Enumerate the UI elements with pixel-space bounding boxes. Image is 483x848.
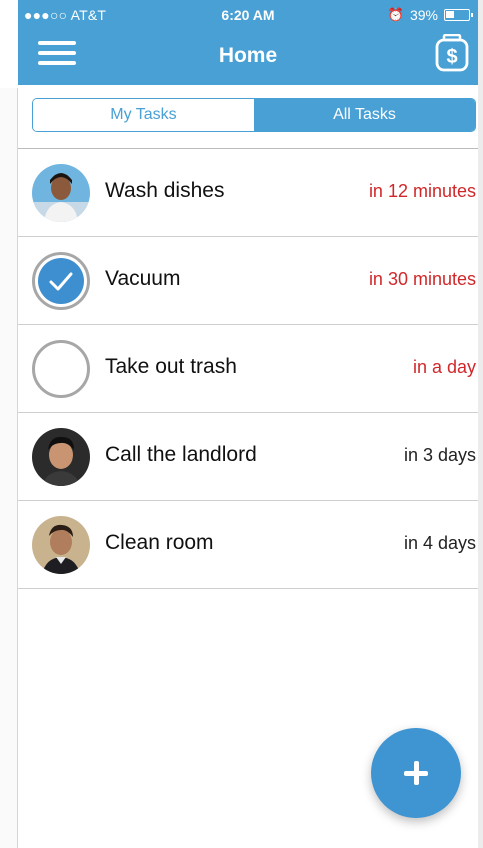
battery-icon bbox=[444, 9, 473, 21]
tab-my-tasks[interactable]: My Tasks bbox=[33, 99, 254, 131]
alarm-icon: ⏰ bbox=[387, 7, 404, 22]
right-edge bbox=[478, 0, 483, 848]
task-filter-segmented-control: My Tasks All Tasks bbox=[32, 98, 476, 132]
battery-percent: 39% bbox=[409, 7, 438, 23]
page-title: Home bbox=[218, 44, 278, 67]
app-header: ●●●○○ AT&T 6:20 AM ⏰ 39% Home $ bbox=[18, 0, 478, 85]
task-due: in 12 minutes bbox=[368, 181, 476, 201]
task-due: in 30 minutes bbox=[368, 269, 476, 289]
avatar bbox=[32, 516, 90, 574]
status-right: ⏰ 39% bbox=[387, 7, 473, 23]
task-name: Vacuum bbox=[105, 267, 181, 290]
task-name: Take out trash bbox=[105, 355, 237, 378]
task-row-vacuum[interactable]: Vacuum in 30 minutes bbox=[18, 237, 478, 325]
task-row-take-out-trash[interactable]: Take out trash in a day bbox=[18, 325, 478, 413]
empty-circle-icon[interactable] bbox=[32, 340, 90, 398]
avatar bbox=[32, 164, 90, 222]
task-list: Wash dishes in 12 minutes Vacuum in 30 m… bbox=[18, 149, 478, 589]
task-row-clean-room[interactable]: Clean room in 4 days bbox=[18, 501, 478, 589]
money-jar-icon[interactable]: $ bbox=[434, 33, 470, 72]
task-row-wash-dishes[interactable]: Wash dishes in 12 minutes bbox=[18, 149, 478, 237]
task-row-call-the-landlord[interactable]: Call the landlord in 3 days bbox=[18, 413, 478, 501]
task-name: Clean room bbox=[105, 531, 214, 554]
left-edge bbox=[0, 88, 18, 848]
task-due: in a day bbox=[412, 357, 476, 377]
app-screen: ●●●○○ AT&T 6:20 AM ⏰ 39% Home $ My Tasks… bbox=[0, 0, 483, 848]
task-name: Wash dishes bbox=[105, 179, 225, 202]
avatar bbox=[32, 428, 90, 486]
task-due: in 4 days bbox=[403, 533, 476, 553]
checked-circle-icon[interactable] bbox=[32, 252, 90, 310]
add-task-button[interactable] bbox=[371, 728, 461, 818]
svg-text:$: $ bbox=[446, 46, 457, 68]
status-bar: ●●●○○ AT&T 6:20 AM ⏰ 39% bbox=[18, 0, 478, 30]
nav-bar: Home $ bbox=[18, 30, 478, 85]
tab-all-tasks[interactable]: All Tasks bbox=[254, 99, 475, 131]
task-name: Call the landlord bbox=[105, 443, 257, 466]
task-due: in 3 days bbox=[403, 445, 476, 465]
